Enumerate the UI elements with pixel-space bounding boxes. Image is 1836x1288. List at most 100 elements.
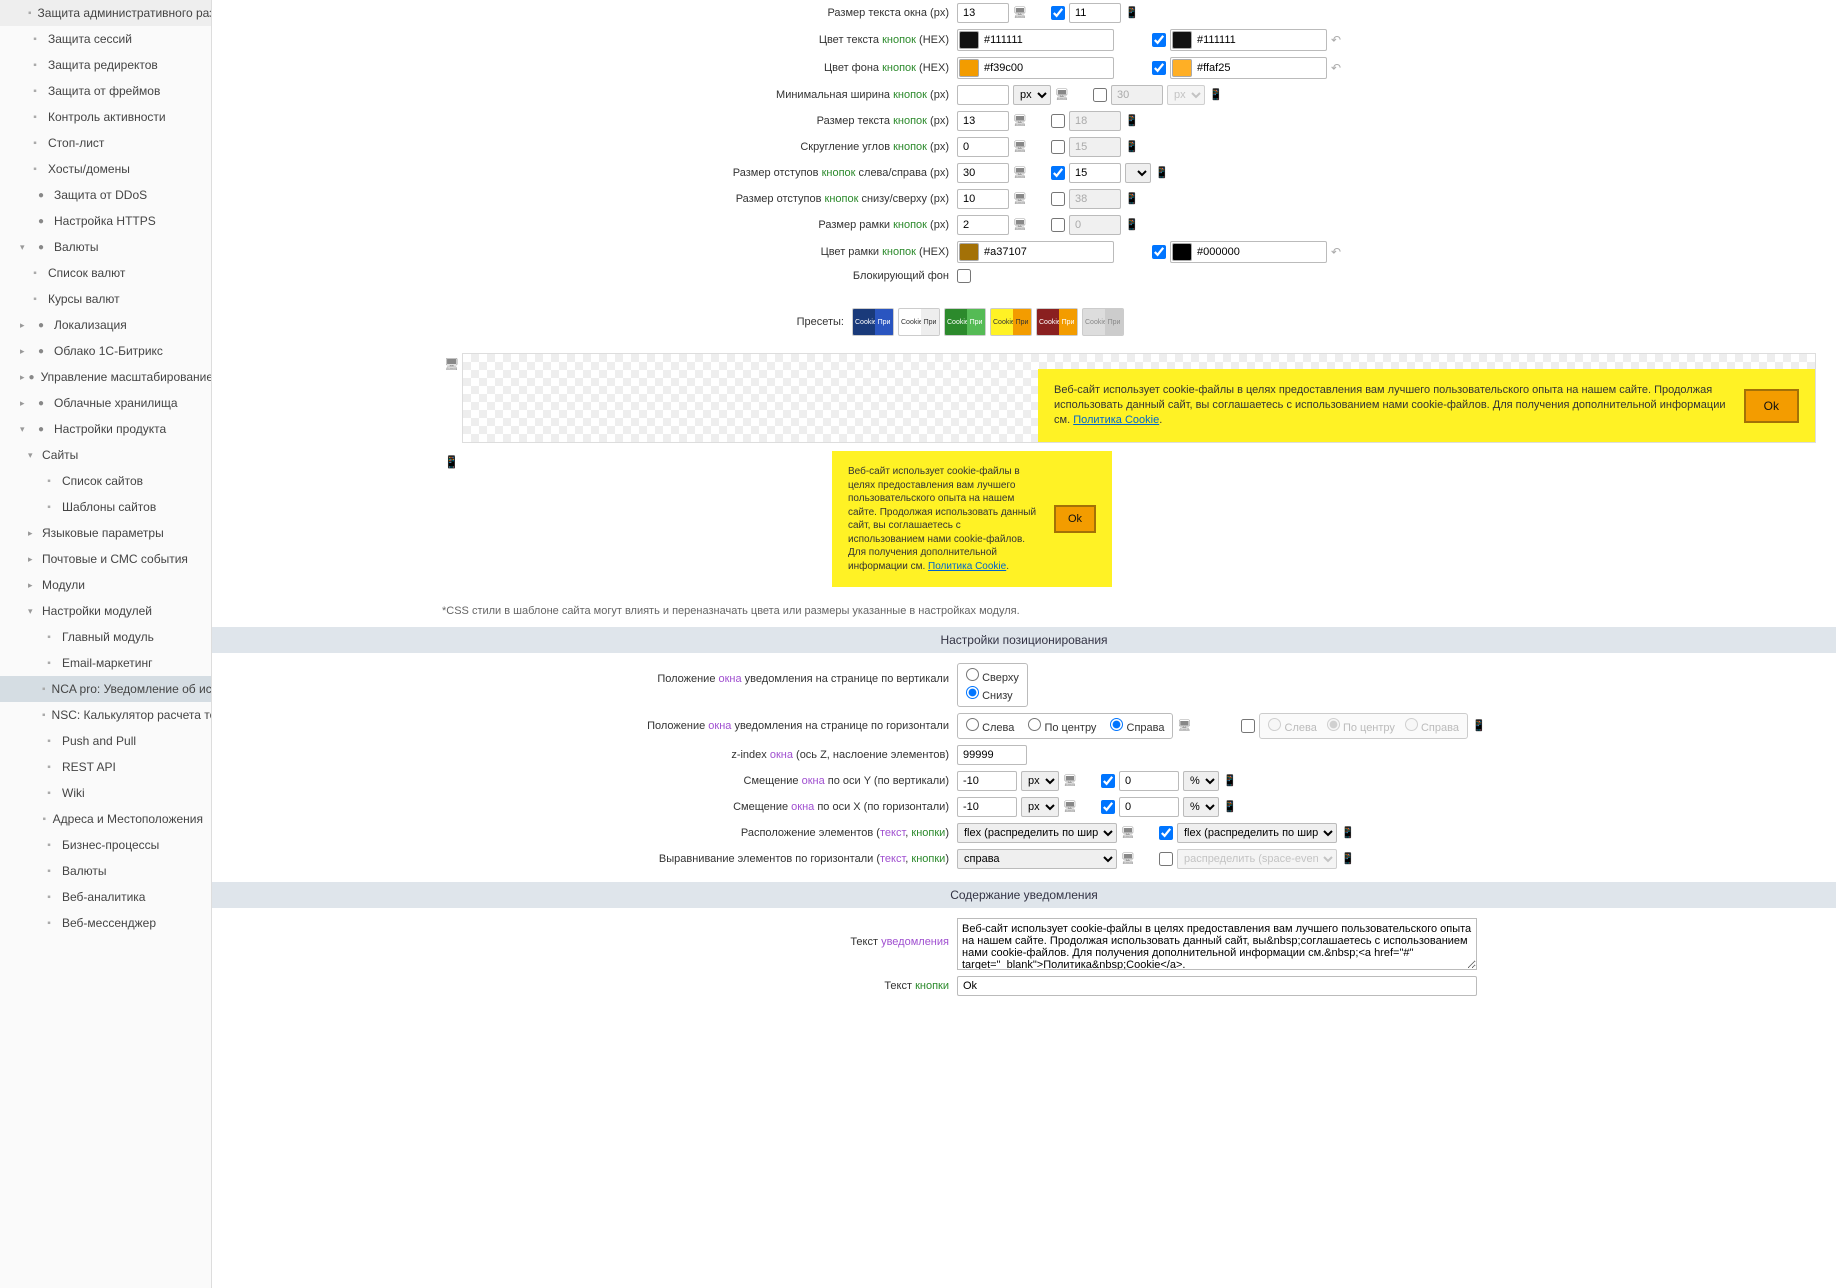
sidebar-item-12[interactable]: ▸●Локализация	[0, 312, 211, 338]
reset-icon[interactable]: ↶	[1331, 33, 1341, 47]
preset-4[interactable]: CookieПри	[990, 308, 1032, 336]
radio-right[interactable]	[1110, 718, 1123, 731]
cookie-ok-button[interactable]: Ok	[1744, 389, 1799, 423]
offset-y-input[interactable]	[957, 771, 1017, 791]
sidebar-item-17[interactable]: ▾Сайты	[0, 442, 211, 468]
blocking-bg-checkbox[interactable]	[957, 269, 971, 283]
align-select[interactable]: справа	[957, 849, 1117, 869]
window-text-size-mobile-input[interactable]	[1069, 3, 1121, 23]
sidebar-item-28[interactable]: ▪Push and Pull	[0, 728, 211, 754]
color-swatch[interactable]	[1172, 59, 1192, 77]
sidebar-item-3[interactable]: ▪Защита от фреймов	[0, 78, 211, 104]
btn-pad-h-mobile-input[interactable]	[1069, 163, 1121, 183]
color-swatch[interactable]	[1172, 243, 1192, 261]
sidebar-item-21[interactable]: ▸Почтовые и СМС события	[0, 546, 211, 572]
color-swatch[interactable]	[959, 243, 979, 261]
sidebar-item-32[interactable]: ▪Бизнес-процессы	[0, 832, 211, 858]
sidebar-item-15[interactable]: ▸●Облачные хранилища	[0, 390, 211, 416]
color-swatch[interactable]	[1172, 31, 1192, 49]
sidebar-item-20[interactable]: ▸Языковые параметры	[0, 520, 211, 546]
sidebar-item-14[interactable]: ▸●Управление масштабированием	[0, 364, 211, 390]
offset-y-mobile-input[interactable]	[1119, 771, 1179, 791]
unit-select[interactable]: px	[1013, 85, 1051, 105]
mobile-override-checkbox[interactable]	[1051, 192, 1065, 206]
sidebar-item-26[interactable]: ▪NCA pro: Уведомление об испо	[0, 676, 211, 702]
sidebar-item-16[interactable]: ▾●Настройки продукта	[0, 416, 211, 442]
mobile-override-checkbox[interactable]	[1152, 33, 1166, 47]
unit-select[interactable]: px	[1021, 771, 1059, 791]
sidebar-item-33[interactable]: ▪Валюты	[0, 858, 211, 884]
sidebar-item-23[interactable]: ▾Настройки модулей	[0, 598, 211, 624]
mobile-override-checkbox[interactable]	[1051, 140, 1065, 154]
radio-top[interactable]	[966, 668, 979, 681]
sidebar-item-34[interactable]: ▪Веб-аналитика	[0, 884, 211, 910]
btn-bg-color-mobile-input[interactable]	[1195, 59, 1325, 77]
cookie-ok-button[interactable]: Ok	[1054, 505, 1096, 533]
sidebar-item-13[interactable]: ▸●Облако 1С-Битрикс	[0, 338, 211, 364]
mobile-override-checkbox[interactable]	[1051, 6, 1065, 20]
mobile-override-checkbox[interactable]	[1051, 166, 1065, 180]
btn-text-color-input[interactable]	[982, 31, 1112, 49]
sidebar-item-10[interactable]: ▪Список валют	[0, 260, 211, 286]
sidebar-item-5[interactable]: ▪Стоп-лист	[0, 130, 211, 156]
mobile-override-checkbox[interactable]	[1101, 800, 1115, 814]
mobile-override-checkbox[interactable]	[1093, 88, 1107, 102]
btn-border-color-mobile-input[interactable]	[1195, 243, 1325, 261]
cookie-policy-link[interactable]: Политика Cookie	[928, 561, 1006, 572]
sidebar-item-30[interactable]: ▪Wiki	[0, 780, 211, 806]
mobile-override-checkbox[interactable]	[1152, 61, 1166, 75]
sidebar-item-31[interactable]: ▪Адреса и Местоположения	[0, 806, 211, 832]
unit-select-mobile[interactable]: %	[1183, 797, 1219, 817]
sidebar-item-25[interactable]: ▪Email-маркетинг	[0, 650, 211, 676]
btn-border-color-input[interactable]	[982, 243, 1112, 261]
btn-text-color-mobile-input[interactable]	[1195, 31, 1325, 49]
mobile-override-checkbox[interactable]	[1051, 218, 1065, 232]
sidebar-item-24[interactable]: ▪Главный модуль	[0, 624, 211, 650]
sidebar-item-27[interactable]: ▪NSC: Калькулятор расчета тов	[0, 702, 211, 728]
color-swatch[interactable]	[959, 59, 979, 77]
sidebar-item-11[interactable]: ▪Курсы валют	[0, 286, 211, 312]
mobile-override-checkbox[interactable]	[1152, 245, 1166, 259]
sidebar-item-2[interactable]: ▪Защита редиректов	[0, 52, 211, 78]
sidebar-item-19[interactable]: ▪Шаблоны сайтов	[0, 494, 211, 520]
offset-x-mobile-input[interactable]	[1119, 797, 1179, 817]
preset-2[interactable]: CookieПри	[898, 308, 940, 336]
mobile-override-checkbox[interactable]	[1241, 719, 1255, 733]
notification-text-textarea[interactable]: Веб-сайт использует cookie-файлы в целях…	[957, 918, 1477, 970]
btn-border-w-input[interactable]	[957, 215, 1009, 235]
layout-select-mobile[interactable]: flex (распределить по ширине)	[1177, 823, 1337, 843]
sidebar-item-0[interactable]: ▪Защита административного разде	[0, 0, 211, 26]
sidebar-item-8[interactable]: ●Настройка HTTPS	[0, 208, 211, 234]
reset-icon[interactable]: ↶	[1331, 61, 1341, 75]
reset-icon[interactable]: ↶	[1331, 245, 1341, 259]
sidebar-item-22[interactable]: ▸Модули	[0, 572, 211, 598]
window-text-size-input[interactable]	[957, 3, 1009, 23]
mobile-override-checkbox[interactable]	[1101, 774, 1115, 788]
radio-left[interactable]	[966, 718, 979, 731]
sidebar-item-7[interactable]: ●Защита от DDoS	[0, 182, 211, 208]
zindex-input[interactable]	[957, 745, 1027, 765]
unit-select[interactable]: px	[1021, 797, 1059, 817]
sidebar-item-18[interactable]: ▪Список сайтов	[0, 468, 211, 494]
color-input-group[interactable]	[957, 29, 1114, 51]
unit-select[interactable]	[1125, 163, 1151, 183]
sidebar-item-6[interactable]: ▪Хосты/домены	[0, 156, 211, 182]
color-swatch[interactable]	[959, 31, 979, 49]
sidebar-item-1[interactable]: ▪Защита сессий	[0, 26, 211, 52]
btn-text-input[interactable]	[957, 976, 1477, 996]
sidebar-item-35[interactable]: ▪Веб-мессенджер	[0, 910, 211, 936]
btn-pad-v-input[interactable]	[957, 189, 1009, 209]
sidebar-item-29[interactable]: ▪REST API	[0, 754, 211, 780]
radio-center[interactable]	[1028, 718, 1041, 731]
mobile-override-checkbox[interactable]	[1051, 114, 1065, 128]
sidebar-item-9[interactable]: ▾●Валюты	[0, 234, 211, 260]
btn-min-width-input[interactable]	[957, 85, 1009, 105]
btn-text-size-input[interactable]	[957, 111, 1009, 131]
preset-6[interactable]: CookieПри	[1082, 308, 1124, 336]
cookie-policy-link[interactable]: Политика Cookie	[1073, 414, 1159, 426]
sidebar-item-4[interactable]: ▪Контроль активности	[0, 104, 211, 130]
mobile-override-checkbox[interactable]	[1159, 852, 1173, 866]
btn-bg-color-input[interactable]	[982, 59, 1112, 77]
offset-x-input[interactable]	[957, 797, 1017, 817]
preset-5[interactable]: CookieПри	[1036, 308, 1078, 336]
